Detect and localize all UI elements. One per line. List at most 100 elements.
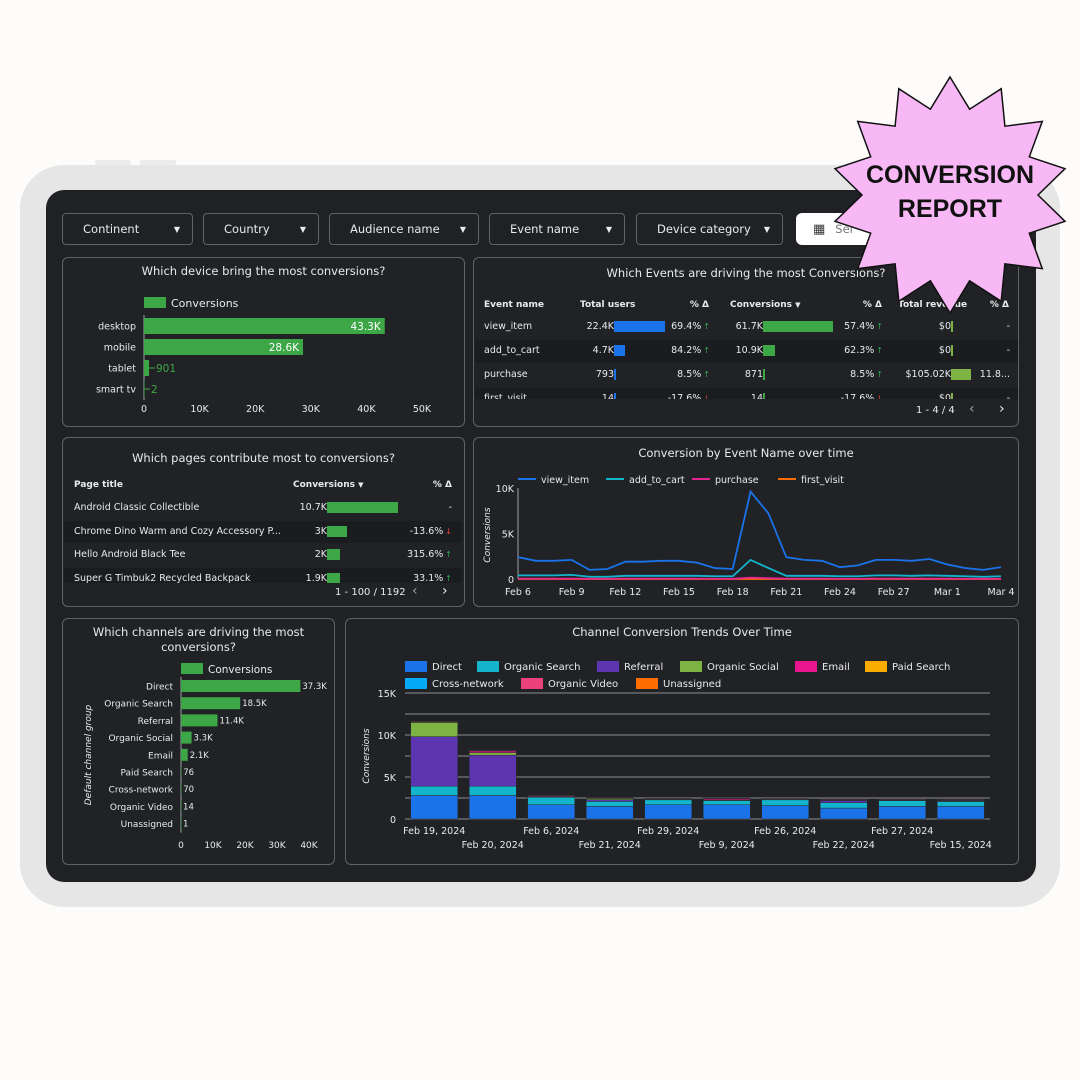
arrow-up-icon: ↑ bbox=[445, 550, 452, 559]
col-total-revenue[interactable]: Total revenue bbox=[898, 300, 967, 310]
conversions-cell: 871 bbox=[744, 369, 763, 380]
revenue-bar bbox=[951, 321, 953, 332]
delta-value: 69.4% bbox=[671, 321, 702, 332]
title-line: conversions? bbox=[161, 640, 236, 654]
table-row[interactable]: Chrome Dino Warm and Cozy Accessory P...… bbox=[64, 520, 462, 543]
conversions-cell: 61.7K bbox=[735, 321, 763, 332]
table-row[interactable]: view_item 22.4K 69.4% ↑ 61.7K 57.4% ↑ $0- bbox=[475, 316, 1018, 338]
table-row[interactable]: Super G Timbuk2 Recycled Backpack 1.9K 33.… bbox=[64, 567, 462, 584]
tablet-button bbox=[140, 160, 176, 165]
delta-value: - bbox=[1006, 345, 1010, 356]
arrow-down-icon: ↓ bbox=[445, 526, 452, 536]
revenue-bar bbox=[951, 345, 953, 356]
arrow-up-icon: ↑ bbox=[703, 370, 710, 379]
delta-value: - bbox=[1006, 321, 1010, 332]
filter-label: Country bbox=[224, 222, 270, 236]
col-users-delta[interactable]: % Δ bbox=[690, 300, 709, 310]
delta-cell: 84.2% ↑ bbox=[671, 345, 710, 356]
users-cell: 4.7K bbox=[592, 345, 614, 356]
col-label: Conversions bbox=[293, 480, 355, 490]
table-row[interactable]: add_to_cart 4.7K 84.2% ↑ 10.9K 62.3% ↑ $0- bbox=[475, 340, 1018, 362]
next-page-button[interactable]: › bbox=[442, 583, 448, 599]
country-filter[interactable]: Country ▼ bbox=[203, 213, 319, 245]
filter-label: Event name bbox=[510, 222, 580, 236]
users-bar bbox=[614, 321, 665, 332]
filter-label: Audience name bbox=[350, 222, 440, 236]
delta-value: 11.8... bbox=[979, 369, 1010, 380]
col-conversions[interactable]: Conversions ▼ bbox=[730, 300, 801, 310]
panel-title: Which pages contribute most to conversio… bbox=[132, 451, 395, 465]
event-name-cell: add_to_cart bbox=[484, 345, 540, 356]
events-table: view_item 22.4K 69.4% ↑ 61.7K 57.4% ↑ $0- add_to… bbox=[475, 316, 1018, 399]
conversions-cell: 1.9K bbox=[305, 572, 327, 584]
arrow-up-icon: ↑ bbox=[703, 322, 710, 331]
arrow-up-icon: ↑ bbox=[445, 573, 452, 583]
conversions-bar bbox=[327, 549, 341, 560]
prev-page-button[interactable]: ‹ bbox=[412, 583, 418, 599]
delta-value: - bbox=[448, 502, 452, 513]
caret-down-icon: ▼ bbox=[299, 224, 306, 234]
conversions-bar bbox=[327, 525, 347, 537]
event-name-cell: first_visit bbox=[484, 393, 527, 399]
col-conv-delta[interactable]: % Δ bbox=[863, 300, 882, 310]
page-title-cell: Hello Android Black Tee bbox=[74, 549, 186, 560]
conversions-cell: 14 bbox=[750, 393, 763, 399]
delta-value: - bbox=[1006, 393, 1010, 399]
col-delta[interactable]: % Δ bbox=[433, 480, 452, 490]
next-page-button[interactable]: › bbox=[999, 401, 1005, 417]
conversions-bar bbox=[763, 369, 765, 380]
col-total-users[interactable]: Total users bbox=[580, 300, 635, 310]
prev-page-button[interactable]: ‹ bbox=[969, 401, 975, 417]
page-title-cell: Super G Timbuk2 Recycled Backpack bbox=[74, 572, 251, 584]
col-label: Conversions bbox=[730, 300, 792, 310]
page-title-cell: Android Classic Collectible bbox=[74, 502, 200, 513]
device-category-filter[interactable]: Device category ▼ bbox=[636, 213, 783, 245]
delta-cell: - bbox=[1007, 393, 1010, 399]
delta-value: 315.6% bbox=[407, 549, 444, 560]
revenue-bar bbox=[951, 393, 953, 399]
table-row[interactable]: first_visit 14 -17.6% ↓ 14 -17.6% ↓ $0- bbox=[475, 388, 1018, 399]
panel-title: Channel Conversion Trends Over Time bbox=[572, 625, 792, 639]
revenue-bar bbox=[951, 369, 971, 380]
caret-down-icon: ▼ bbox=[763, 224, 770, 234]
delta-value: 57.4% bbox=[844, 321, 875, 332]
col-rev-delta[interactable]: % Δ bbox=[990, 300, 1009, 310]
pages-table: Android Classic Collectible 10.7K - Chrome … bbox=[64, 497, 462, 583]
badge-line: REPORT bbox=[897, 195, 1003, 223]
sort-desc-icon: ▼ bbox=[358, 481, 364, 489]
delta-cell: - bbox=[1007, 345, 1010, 356]
conversions-cell: 10.9K bbox=[735, 345, 763, 356]
events-conversions-panel: Which Events are driving the most Conver… bbox=[473, 257, 1019, 427]
delta-cell: 62.3% ↑ bbox=[844, 345, 883, 356]
filter-label: Continent bbox=[83, 222, 140, 236]
arrow-up-icon: ↑ bbox=[876, 370, 883, 379]
table-row[interactable]: purchase 793 8.5% ↑ 871 8.5% ↑ $105.02K 11.8... bbox=[475, 364, 1018, 386]
delta-cell: 33.1% ↑ bbox=[413, 573, 452, 584]
table-row[interactable]: Hello Android Black Tee 2K 315.6% ↑ bbox=[64, 544, 462, 566]
caret-down-icon: ▼ bbox=[459, 224, 466, 234]
delta-cell: 315.6% ↑ bbox=[407, 549, 452, 560]
conversions-bar bbox=[763, 393, 765, 399]
col-page-title[interactable]: Page title bbox=[74, 480, 123, 490]
conversions-bar bbox=[327, 572, 340, 583]
badge-line: CONVERSION bbox=[865, 161, 1035, 189]
arrow-down-icon: ↓ bbox=[703, 394, 710, 399]
panel-title: Which Events are driving the most Conver… bbox=[606, 266, 886, 280]
sort-desc-icon: ▼ bbox=[795, 301, 801, 309]
event-name-filter[interactable]: Event name ▼ bbox=[489, 213, 625, 245]
delta-cell: - bbox=[1007, 321, 1010, 332]
audience-name-filter[interactable]: Audience name ▼ bbox=[329, 213, 479, 245]
users-cell: 14 bbox=[601, 393, 614, 399]
users-bar bbox=[614, 393, 616, 399]
conversions-bar bbox=[763, 321, 833, 332]
tablet-button bbox=[95, 160, 131, 165]
delta-value: -17.6% bbox=[667, 393, 702, 399]
event-name-cell: view_item bbox=[484, 321, 533, 332]
continent-filter[interactable]: Continent ▼ bbox=[62, 213, 193, 245]
arrow-up-icon: ↑ bbox=[876, 346, 883, 355]
calendar-icon: ▦ bbox=[813, 221, 826, 237]
col-conversions[interactable]: Conversions ▼ bbox=[293, 480, 364, 490]
table-row[interactable]: Android Classic Collectible 10.7K - bbox=[64, 497, 462, 519]
col-event-name[interactable]: Event name bbox=[484, 300, 544, 310]
event-name-cell: purchase bbox=[484, 369, 528, 380]
